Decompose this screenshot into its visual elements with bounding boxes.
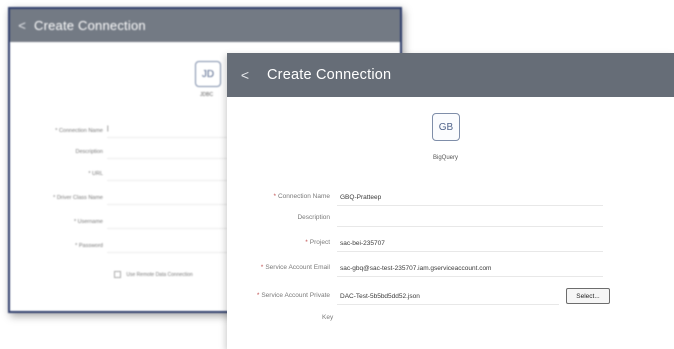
driver-class-row: * Driver Class Name: [10, 193, 227, 205]
remote-data-checkbox-label: Use Remote Data Connection: [126, 271, 193, 278]
dialog-titlebar: < Create Connection: [10, 9, 400, 42]
service-account-key-input[interactable]: DAC-Test-5b5bd5dd52.json: [337, 288, 559, 305]
back-arrow-icon[interactable]: <: [10, 18, 34, 33]
project-label-text: Project: [309, 239, 330, 246]
service-account-email-row: * Service Account Email sac-gbq@sac-test-…: [227, 260, 647, 280]
connection-name-label: * Connection Name: [273, 193, 330, 200]
project-row: * Project sac-bei-235707: [227, 235, 647, 255]
remote-data-checkbox-row[interactable]: Use Remote Data Connection: [114, 271, 193, 278]
connection-type-label: JDBC: [200, 92, 214, 98]
jdbc-connection-icon: JD: [195, 61, 221, 87]
required-marker: *: [273, 193, 276, 200]
back-arrow-icon[interactable]: <: [229, 67, 261, 83]
required-marker: *: [256, 292, 260, 299]
bigquery-create-connection-dialog: < Create Connection GB BigQuery * Connect…: [227, 53, 674, 349]
username-label: * Username: [73, 219, 103, 225]
driver-class-label: * Driver Class Name: [53, 195, 103, 201]
password-label: * Password: [75, 243, 103, 249]
connection-name-input[interactable]: GBQ-Pratteep: [337, 189, 603, 206]
description-row: Description: [227, 210, 647, 230]
password-row: * Password: [10, 241, 227, 253]
username-row: * Username: [10, 217, 227, 229]
description-input[interactable]: [337, 210, 603, 227]
bigquery-connection-icon: GB: [432, 113, 460, 141]
url-row: * URL: [10, 169, 227, 181]
service-account-key-label-text: Service Account Private: [261, 292, 330, 299]
driver-class-input[interactable]: [107, 193, 227, 205]
required-marker: *: [305, 239, 308, 246]
connection-name-row: * Connection Name |: [10, 126, 227, 138]
url-input[interactable]: [107, 169, 227, 181]
required-marker: *: [260, 264, 264, 271]
dialog-titlebar: < Create Connection: [227, 53, 674, 97]
screenshot-stage: < Create Connection JD JDBC * Connection…: [0, 0, 674, 349]
service-account-email-label-text: Service Account Email: [265, 264, 330, 271]
project-input[interactable]: sac-bei-235707: [337, 235, 603, 252]
remote-data-checkbox[interactable]: [114, 271, 121, 278]
description-input[interactable]: [107, 147, 227, 159]
service-account-email-label: * Service Account Email: [261, 264, 330, 271]
service-account-key-label-line2: Key: [322, 314, 334, 321]
password-input[interactable]: [107, 241, 227, 253]
username-input[interactable]: [107, 217, 227, 229]
url-label: * URL: [88, 171, 103, 177]
select-key-file-button[interactable]: Select...: [566, 288, 610, 304]
connection-name-label: * Connection Name: [55, 128, 103, 134]
dialog-title: Create Connection: [267, 67, 392, 83]
service-account-key-label: * Service Account Private: [257, 292, 330, 299]
description-row: Description: [10, 147, 227, 159]
dialog-title: Create Connection: [34, 18, 146, 33]
description-label: Description: [75, 149, 103, 155]
service-account-email-input[interactable]: sac-gbq@sac-test-235707.iam.gserviceacco…: [337, 260, 603, 277]
connection-name-label-text: Connection Name: [277, 193, 330, 200]
project-label: * Project: [305, 239, 330, 246]
connection-name-input[interactable]: |: [107, 126, 227, 138]
connection-name-row: * Connection Name GBQ-Pratteep: [227, 189, 647, 209]
connection-type-label: BigQuery: [433, 155, 459, 161]
description-label: Description: [297, 214, 330, 221]
